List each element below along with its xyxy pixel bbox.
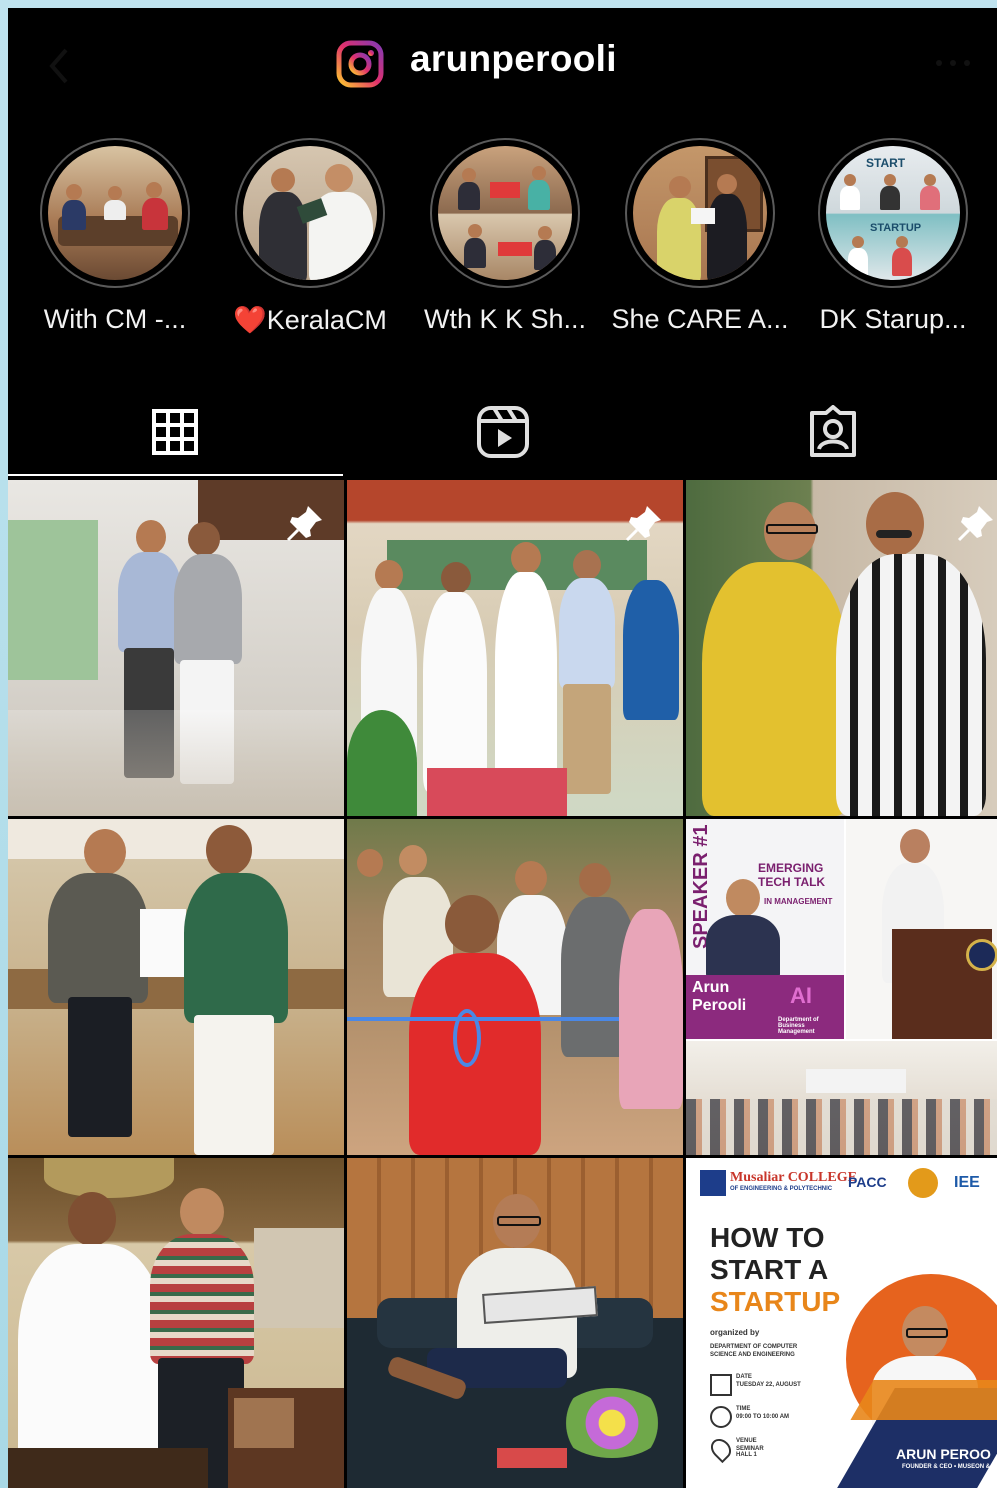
post-thumbnail[interactable] bbox=[347, 819, 683, 1155]
poster-title-1: HOW TO bbox=[710, 1222, 825, 1253]
poster-title: EMERGING TECH TALK bbox=[758, 861, 826, 889]
poster-ai-label: AI bbox=[790, 983, 812, 1008]
highlight-label: ❤️KeralaCM bbox=[233, 305, 387, 335]
poster-venue-value: SEMINAR HALL 1 bbox=[736, 1446, 764, 1458]
pin-icon bbox=[957, 506, 993, 542]
tab-reels[interactable] bbox=[338, 388, 668, 476]
post-thumbnail[interactable] bbox=[8, 1158, 344, 1488]
highlight-ring bbox=[235, 138, 385, 288]
chevron-left-icon[interactable] bbox=[44, 46, 74, 86]
highlight-with-cm[interactable]: With CM -... bbox=[20, 138, 210, 335]
poster-name-1: Arun bbox=[692, 979, 730, 996]
post-thumbnail[interactable] bbox=[347, 480, 683, 816]
reels-icon bbox=[477, 406, 529, 458]
profile-screen: arunperooli With CM -... ❤️KeralaCM Wth … bbox=[8, 8, 997, 1488]
poster-date-value: TUESDAY 22, AUGUST bbox=[736, 1382, 801, 1388]
poster-organized-by: organized by bbox=[710, 1328, 760, 1337]
clock-icon bbox=[710, 1406, 732, 1428]
highlight-keralacm[interactable]: ❤️KeralaCM bbox=[215, 138, 405, 336]
highlight-cover bbox=[438, 146, 572, 280]
post-thumbnail[interactable]: Musaliar COLLEGE OF ENGINEERING & POLYTE… bbox=[686, 1158, 997, 1488]
highlight-cover bbox=[48, 146, 182, 280]
tab-posts-grid[interactable] bbox=[10, 388, 340, 476]
poster-time-label: TIME bbox=[736, 1406, 751, 1412]
poster-name-2: Perooli bbox=[692, 997, 747, 1014]
highlight-ring bbox=[625, 138, 775, 288]
instagram-icon bbox=[336, 40, 384, 88]
highlight-cover: START STARTUP bbox=[826, 146, 960, 280]
highlight-cover bbox=[243, 146, 377, 280]
poster-date-label: DATE bbox=[736, 1374, 752, 1380]
tab-tagged[interactable] bbox=[668, 388, 997, 476]
poster-college-sub: OF ENGINEERING & POLYTECHNIC bbox=[730, 1186, 833, 1192]
highlight-ring: START STARTUP bbox=[818, 138, 968, 288]
story-highlights: With CM -... ❤️KeralaCM Wth K K Sh... Sh… bbox=[8, 138, 997, 353]
profile-header: arunperooli bbox=[8, 8, 997, 118]
poster-college: Musaliar COLLEGE bbox=[730, 1170, 857, 1185]
highlight-kk-shailaja[interactable]: Wth K K Sh... bbox=[410, 138, 600, 335]
highlight-ring bbox=[40, 138, 190, 288]
posts-grid: SPEAKER #1 EMERGING TECH TALK IN MANAGEM… bbox=[8, 480, 997, 1488]
poster-venue-label: VENUE bbox=[736, 1438, 757, 1444]
highlight-label: She CARE A... bbox=[611, 304, 789, 334]
poster-subtitle: IN MANAGEMENT bbox=[764, 897, 833, 906]
poster-dept: Department of Business Management bbox=[778, 1017, 819, 1035]
location-icon bbox=[706, 1434, 736, 1464]
poster-speaker-role: FOUNDER & CEO • MUSEON & bbox=[902, 1464, 991, 1470]
post-thumbnail[interactable] bbox=[686, 480, 997, 816]
tagged-icon bbox=[810, 405, 856, 457]
highlight-label: DK Starup... bbox=[819, 304, 967, 334]
highlight-ring bbox=[430, 138, 580, 288]
post-thumbnail[interactable] bbox=[8, 480, 344, 816]
post-thumbnail[interactable]: SPEAKER #1 EMERGING TECH TALK IN MANAGEM… bbox=[686, 819, 997, 1155]
highlight-label: With CM -... bbox=[43, 304, 187, 334]
post-thumbnail[interactable] bbox=[8, 819, 344, 1155]
poster-speaker-name: ARUN PEROO bbox=[896, 1446, 991, 1462]
poster-dept-1: DEPARTMENT OF COMPUTER bbox=[710, 1344, 798, 1350]
pin-icon bbox=[286, 506, 322, 542]
poster-title-3: STARTUP bbox=[710, 1286, 841, 1317]
poster-dept-2: SCIENCE AND ENGINEERING bbox=[710, 1352, 795, 1358]
calendar-icon bbox=[710, 1374, 732, 1396]
active-tab-indicator bbox=[8, 474, 343, 476]
profile-username[interactable]: arunperooli bbox=[410, 38, 617, 80]
highlight-cover bbox=[633, 146, 767, 280]
poster-pacc: PACC bbox=[848, 1174, 887, 1190]
poster-title-2: START A bbox=[710, 1254, 829, 1285]
profile-tabs bbox=[8, 388, 997, 476]
poster-ieee: IEE bbox=[954, 1174, 980, 1191]
highlight-label: Wth K K Sh... bbox=[423, 304, 587, 334]
highlight-she-care[interactable]: She CARE A... bbox=[605, 138, 795, 335]
post-thumbnail[interactable] bbox=[347, 1158, 683, 1488]
poster-time-value: 09:00 TO 10:00 AM bbox=[736, 1414, 790, 1420]
grid-icon bbox=[152, 409, 198, 455]
more-icon[interactable] bbox=[933, 53, 973, 73]
highlight-dk-startup[interactable]: START STARTUP DK Starup... bbox=[798, 138, 988, 335]
pin-icon bbox=[625, 506, 661, 542]
